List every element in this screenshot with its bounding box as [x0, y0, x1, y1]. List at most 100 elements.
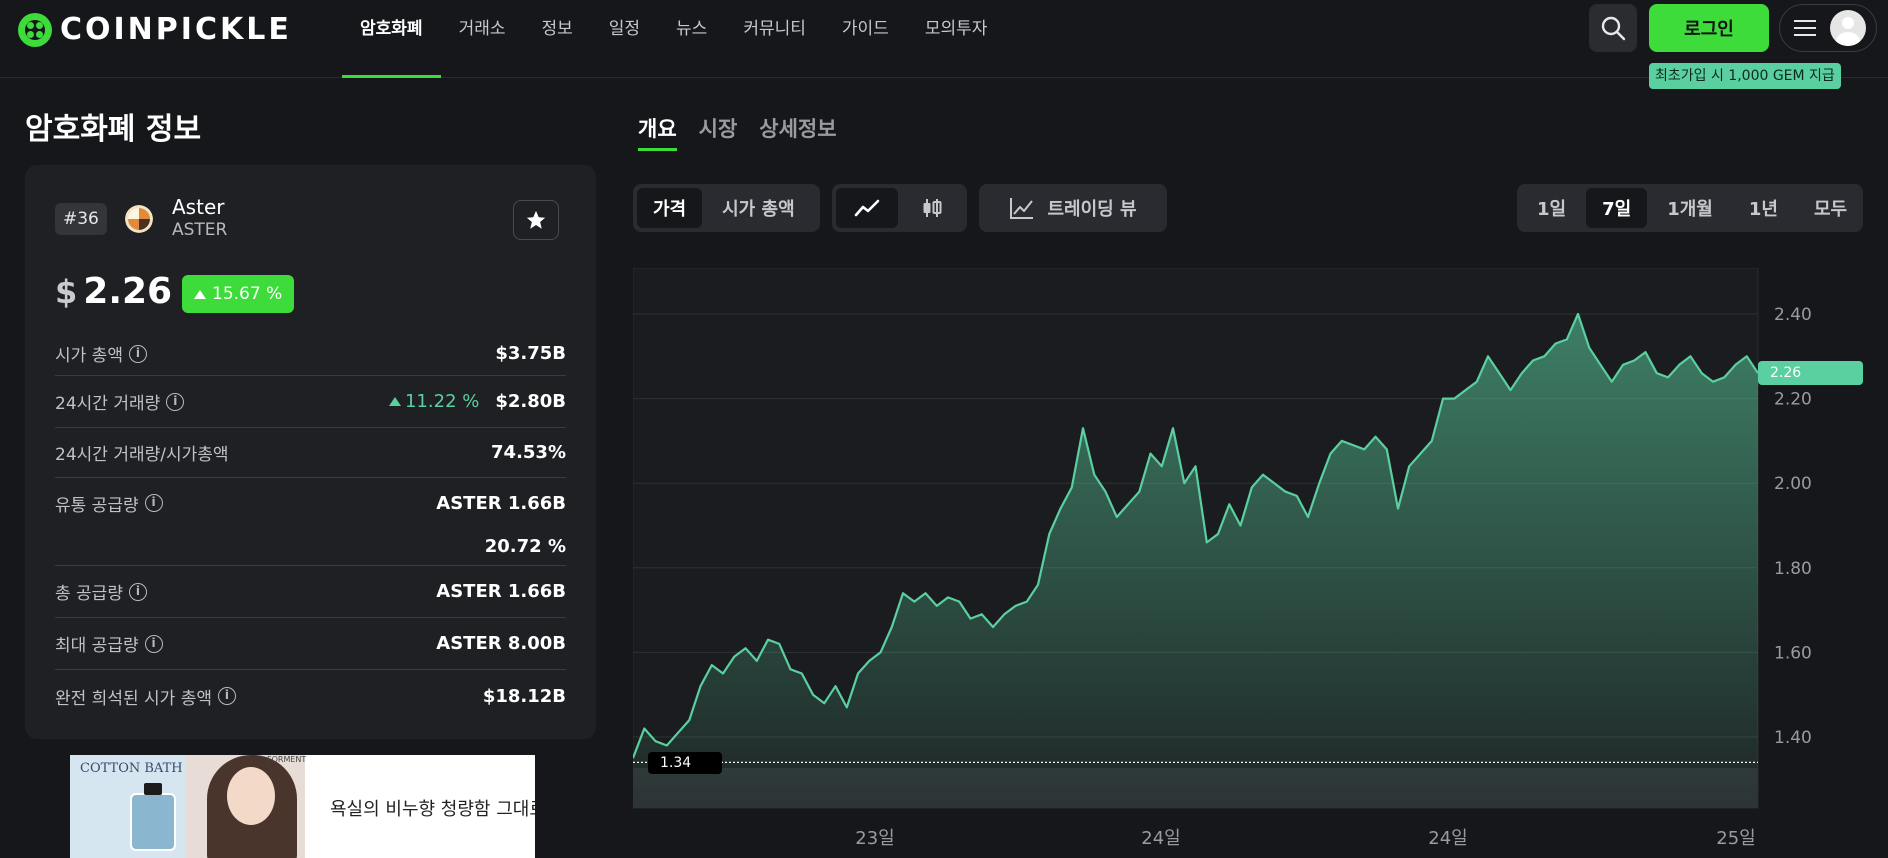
- tab-market[interactable]: 시장: [699, 113, 738, 151]
- time-range-selector: 1일 7일 1개월 1년 모두: [1517, 184, 1863, 232]
- toggle-market-cap[interactable]: 시가 총액: [706, 188, 811, 228]
- tradingview-button[interactable]: 트레이딩 뷰: [979, 184, 1167, 232]
- info-icon[interactable]: i: [217, 687, 236, 705]
- stat-fully-diluted-mcap: 완전 희석된 시가 총액 i $18.12B: [55, 670, 566, 722]
- coin-symbol: ASTER: [172, 220, 228, 240]
- nav-mock-trading[interactable]: 모의투자: [907, 0, 1006, 78]
- line-chart-button[interactable]: [836, 188, 898, 228]
- ad-model-photo: [185, 755, 305, 858]
- stat-label: 총 공급량 i: [55, 579, 147, 604]
- page-title: 암호화폐 정보: [25, 112, 202, 147]
- range-7d[interactable]: 7일: [1586, 188, 1648, 228]
- coinpickle-logo[interactable]: COINPICKLE: [18, 12, 292, 47]
- range-1y[interactable]: 1년: [1733, 188, 1794, 228]
- top-header: COINPICKLE 암호화폐 거래소 정보 일정 뉴스 커뮤니티 가이드 모의…: [0, 0, 1888, 78]
- currency-symbol: $: [55, 273, 78, 311]
- info-icon[interactable]: i: [144, 634, 163, 653]
- stat-value: 11.22 % $2.80B: [388, 391, 566, 412]
- y-tick-label: 2.20: [1774, 390, 1812, 410]
- stat-value: ASTER 1.66B: [436, 492, 566, 514]
- current-price: $ 2.26: [55, 271, 172, 312]
- chart-value-toggle: 가격 시가 총액: [633, 184, 820, 232]
- nav-news[interactable]: 뉴스: [658, 0, 725, 78]
- favorite-button[interactable]: [513, 200, 559, 240]
- info-icon[interactable]: i: [166, 392, 185, 411]
- search-button[interactable]: [1589, 4, 1637, 52]
- stat-label: 최대 공급량 i: [55, 631, 163, 656]
- min-price-marker: 1.34: [648, 752, 722, 774]
- toggle-price[interactable]: 가격: [637, 188, 703, 228]
- price-change-badge: 15.67 %: [182, 275, 295, 313]
- x-tick-label: 24일: [1141, 828, 1180, 849]
- candlestick-icon: [923, 199, 942, 217]
- candlestick-button[interactable]: [902, 188, 964, 228]
- stat-label-text: 완전 희석된 시가 총액: [55, 688, 212, 709]
- star-icon: [526, 210, 546, 229]
- range-1m[interactable]: 1개월: [1651, 188, 1729, 228]
- stat-volume-mcap-ratio: 24시간 거래량/시가총액 74.53%: [55, 428, 566, 478]
- info-icon[interactable]: i: [128, 344, 147, 363]
- main-nav: 암호화폐 거래소 정보 일정 뉴스 커뮤니티 가이드 모의투자: [342, 0, 1005, 78]
- volume-value: $2.80B: [495, 391, 566, 412]
- chart-style-toggle: [832, 184, 967, 232]
- stat-label-text: 유통 공급량: [55, 495, 139, 516]
- stat-circulating-percent: 20.72 %: [55, 528, 566, 566]
- up-arrow-icon: [388, 397, 401, 406]
- stat-max-supply: 최대 공급량 i ASTER 8.00B: [55, 618, 566, 670]
- stat-value: $18.12B: [482, 685, 566, 707]
- stat-label: 완전 희석된 시가 총액 i: [55, 684, 236, 709]
- current-price-marker: 2.26: [1758, 361, 1863, 385]
- ad-product-panel: COTTON BATH: [70, 755, 185, 858]
- nav-info[interactable]: 정보: [523, 0, 590, 78]
- x-tick-label: 24일: [1428, 828, 1467, 849]
- stat-label-text: 총 공급량: [55, 584, 123, 604]
- info-icon[interactable]: i: [144, 494, 163, 512]
- aster-coin-icon: [125, 205, 153, 233]
- nav-community[interactable]: 커뮤니티: [725, 0, 824, 78]
- x-tick-label: 25일: [1716, 828, 1755, 849]
- stats-list: 시가 총액 i $3.75B 24시간 거래량 i 11.22 % $2.80B 2…: [55, 332, 566, 722]
- nav-guide[interactable]: 가이드: [824, 0, 907, 78]
- avatar: [1830, 10, 1866, 46]
- ad-model-face: [227, 767, 275, 825]
- ad-brand-photo: FORMENT: [267, 755, 307, 764]
- price-chart[interactable]: 2.40 2.20 2.00 1.80 1.60 1.40 23일 24일 24일 25일: [633, 268, 1863, 858]
- hamburger-icon: [1794, 20, 1816, 36]
- stat-24h-volume: 24시간 거래량 i 11.22 % $2.80B: [55, 376, 566, 428]
- advertisement-banner[interactable]: COTTON BATH FORMENT 욕실의 비누향 청량함 그대로: [70, 755, 535, 858]
- nav-exchange[interactable]: 거래소: [441, 0, 524, 78]
- y-tick-label: 2.00: [1774, 474, 1812, 494]
- range-all[interactable]: 모두: [1798, 188, 1863, 228]
- trend-chart-icon: [1010, 198, 1034, 219]
- tab-details[interactable]: 상세정보: [759, 113, 836, 151]
- brand-name: COINPICKLE: [60, 12, 292, 47]
- account-menu-button[interactable]: [1779, 4, 1877, 52]
- y-tick-label: 1.40: [1774, 728, 1812, 748]
- info-icon[interactable]: i: [128, 582, 147, 601]
- y-tick-label: 2.40: [1774, 305, 1812, 325]
- volume-change: 11.22 %: [388, 391, 480, 412]
- stat-value: 74.53%: [491, 442, 566, 463]
- volume-change-value: 11.22 %: [404, 391, 480, 412]
- coin-info-card: #36 Aster ASTER $ 2.26 15.67 % 시가 총액 i $3…: [25, 165, 596, 739]
- stat-label: 24시간 거래량/시가총액: [55, 445, 229, 465]
- stat-label: 24시간 거래량 i: [55, 389, 185, 414]
- nav-schedule[interactable]: 일정: [591, 0, 658, 78]
- signup-promo-tooltip: 최초가입 시 1,000 GEM 지급: [1649, 63, 1841, 89]
- search-icon: [1601, 16, 1626, 41]
- tab-overview[interactable]: 개요: [638, 113, 677, 151]
- price-value: 2.26: [83, 271, 173, 312]
- stat-value: $3.75B: [495, 343, 566, 364]
- range-1d[interactable]: 1일: [1521, 188, 1582, 228]
- stat-value: ASTER 1.66B: [436, 581, 566, 602]
- stat-label: 시가 총액 i: [55, 341, 147, 366]
- detail-tabs: 개요 시장 상세정보: [638, 113, 837, 151]
- nav-crypto[interactable]: 암호화폐: [342, 0, 441, 78]
- x-tick-label: 23일: [855, 828, 894, 849]
- perfume-bottle-image: [130, 783, 176, 851]
- stat-label-text: 24시간 거래량: [55, 394, 161, 414]
- ad-headline: 욕실의 비누향 청량함 그대로: [330, 799, 535, 820]
- stat-total-supply: 총 공급량 i ASTER 1.66B: [55, 566, 566, 618]
- login-button[interactable]: 로그인: [1649, 4, 1769, 52]
- logo-mark-icon: [18, 12, 52, 47]
